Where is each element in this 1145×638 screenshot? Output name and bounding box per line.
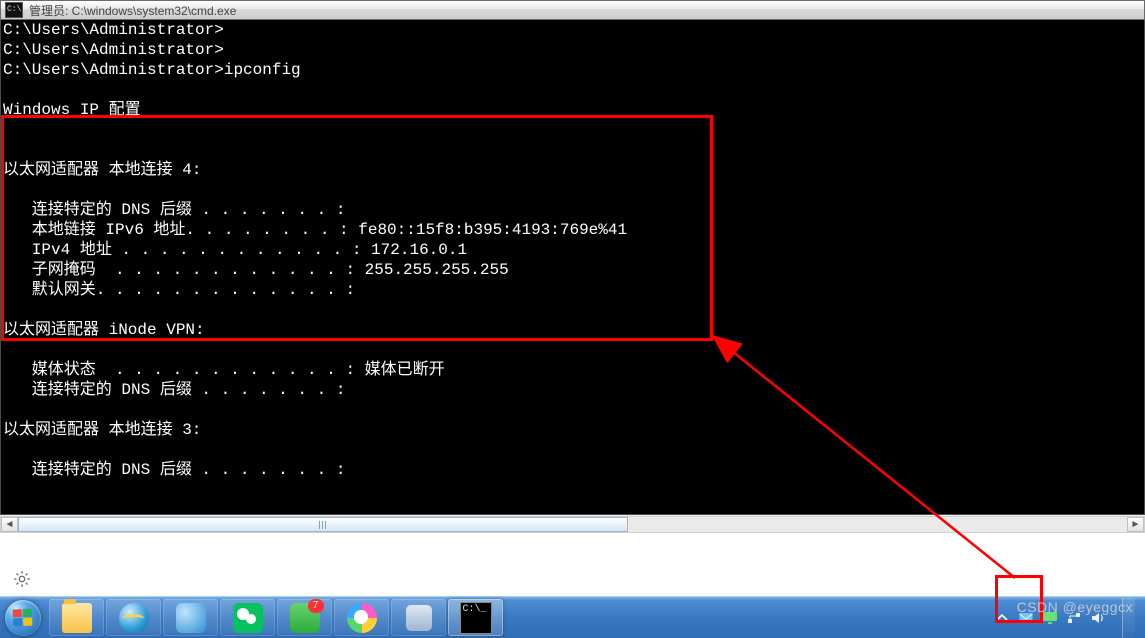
start-button[interactable] <box>3 598 43 638</box>
tray-volume-icon[interactable] <box>1090 610 1106 626</box>
term-line: 本地链接 IPv6 地址. . . . . . . . : fe80::15f8… <box>3 221 627 239</box>
show-desktop-button[interactable] <box>1122 598 1135 638</box>
folder-icon <box>62 603 92 633</box>
term-line: Windows IP 配置 <box>3 101 141 119</box>
tray-message-icon[interactable] <box>1018 610 1034 626</box>
term-line: 连接特定的 DNS 后缀 . . . . . . . : <box>3 201 345 219</box>
cmd-titlebar[interactable]: C:\ 管理员: C:\windows\system32\cmd.exe <box>0 0 1145 20</box>
shield-icon: 7 <box>290 603 320 633</box>
term-line: 默认网关. . . . . . . . . . . . . : <box>3 281 355 299</box>
term-line: C:\Users\Administrator>ipconfig <box>3 61 301 79</box>
term-line: 连接特定的 DNS 后缀 . . . . . . . : <box>3 381 345 399</box>
taskbar-internet-explorer[interactable] <box>106 599 161 636</box>
tray-monitor-icon[interactable] <box>1042 610 1058 626</box>
term-line: 以太网适配器 本地连接 4: <box>3 161 201 179</box>
taskbar-cmd[interactable] <box>448 599 503 636</box>
horizontal-scrollbar[interactable]: ◄ ► <box>0 516 1145 533</box>
term-line: IPv4 地址 . . . . . . . . . . . . : 172.16… <box>3 241 467 259</box>
term-line: C:\Users\Administrator> <box>3 41 224 59</box>
cmd-icon <box>460 602 492 634</box>
tray-arrow-icon[interactable] <box>994 610 1010 626</box>
term-line: C:\Users\Administrator> <box>3 21 224 39</box>
cmd-terminal-output[interactable]: C:\Users\Administrator> C:\Users\Adminis… <box>0 20 1145 515</box>
wechat-icon <box>233 603 263 633</box>
scroll-right-arrow-icon[interactable]: ► <box>1127 517 1144 532</box>
cmd-icon: C:\ <box>5 2 23 18</box>
taskbar-security-app[interactable]: 7 <box>277 599 332 636</box>
app-icon <box>406 605 432 631</box>
term-line: 子网掩码 . . . . . . . . . . . . : 255.255.2… <box>3 261 509 279</box>
page-background <box>0 533 1145 596</box>
browser-icon <box>347 603 377 633</box>
scroll-left-arrow-icon[interactable]: ◄ <box>1 517 18 532</box>
taskbar-browser[interactable] <box>334 599 389 636</box>
taskbar-app-generic[interactable] <box>391 599 446 636</box>
taskbar-app-blue[interactable] <box>163 599 218 636</box>
taskbar-wechat[interactable] <box>220 599 275 636</box>
taskbar: 7 <box>0 596 1145 638</box>
term-line: 连接特定的 DNS 后缀 . . . . . . . : <box>3 461 345 479</box>
cmd-window: C:\ 管理员: C:\windows\system32\cmd.exe C:\… <box>0 0 1145 515</box>
security-badge: 7 <box>308 599 324 613</box>
cmd-title-text: 管理员: C:\windows\system32\cmd.exe <box>29 2 236 19</box>
gear-icon[interactable] <box>12 569 32 589</box>
system-tray <box>994 598 1145 638</box>
term-line: 以太网适配器 iNode VPN: <box>3 321 205 339</box>
taskbar-explorer[interactable] <box>49 599 104 636</box>
scroll-track[interactable] <box>18 517 1127 532</box>
tray-network-icon[interactable] <box>1066 610 1082 626</box>
term-line: 媒体状态 . . . . . . . . . . . . : 媒体已断开 <box>3 361 445 379</box>
windows-logo-icon <box>13 608 34 627</box>
ie-icon <box>119 603 149 633</box>
term-line: 以太网适配器 本地连接 3: <box>3 421 201 439</box>
scroll-thumb[interactable] <box>18 517 628 532</box>
tool-icon <box>176 603 206 633</box>
